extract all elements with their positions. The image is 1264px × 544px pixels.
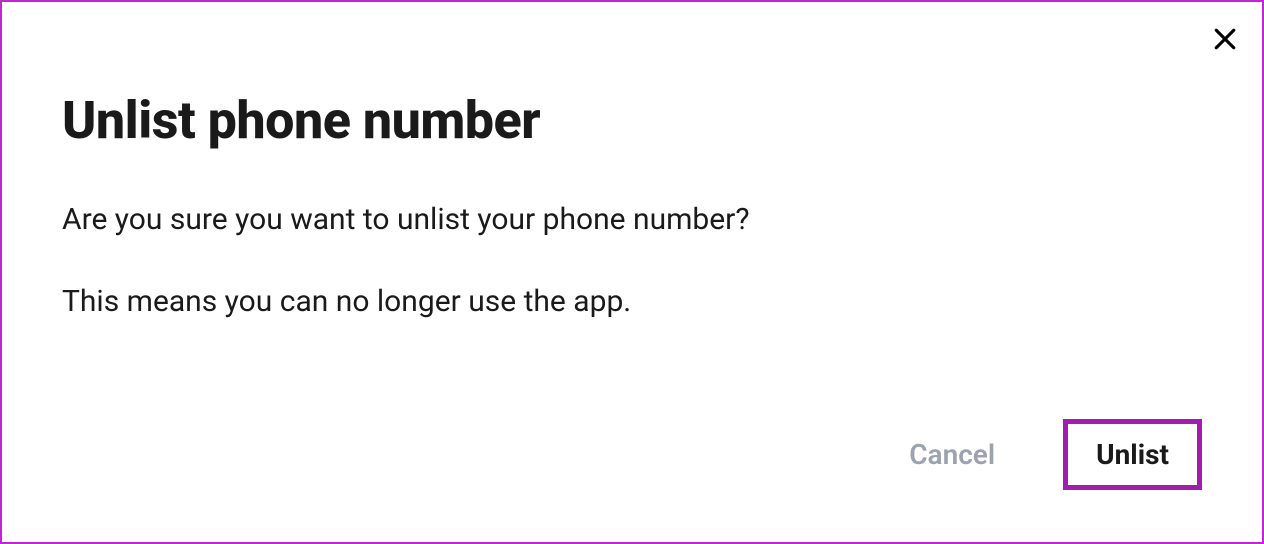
modal-footer: Cancel Unlist (905, 419, 1202, 490)
modal-title: Unlist phone number (62, 90, 1202, 151)
modal-content: Unlist phone number Are you sure you wan… (2, 2, 1262, 403)
close-icon (1210, 24, 1240, 57)
close-button[interactable] (1206, 20, 1244, 61)
modal-body: Are you sure you want to unlist your pho… (62, 199, 1202, 323)
modal-body-line2: This means you can no longer use the app… (62, 281, 1202, 323)
unlist-button[interactable]: Unlist (1063, 419, 1202, 490)
cancel-button[interactable]: Cancel (905, 430, 999, 479)
modal-body-line1: Are you sure you want to unlist your pho… (62, 199, 1202, 241)
unlist-modal: Unlist phone number Are you sure you wan… (0, 0, 1264, 544)
